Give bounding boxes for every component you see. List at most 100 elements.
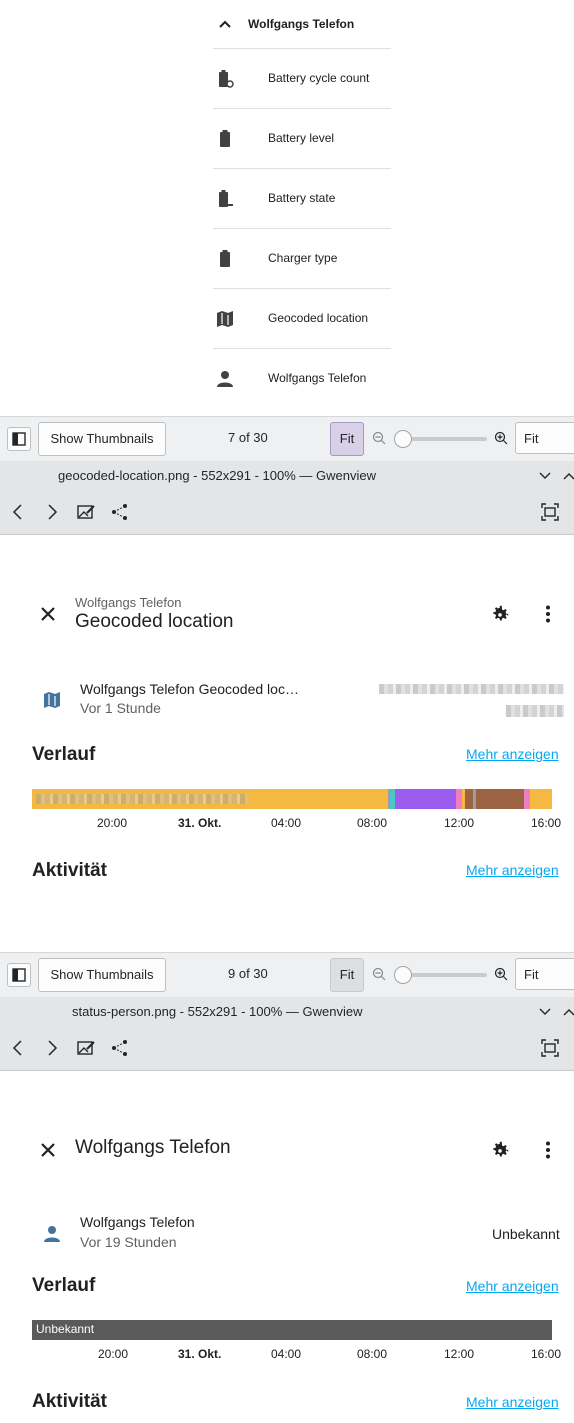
zoom-in-icon[interactable] <box>494 967 508 981</box>
battery-sync-icon <box>219 70 234 88</box>
gear-icon[interactable] <box>489 603 511 625</box>
history-heading: Verlauf <box>32 744 96 765</box>
close-icon[interactable] <box>38 604 58 624</box>
zoom-select[interactable]: Fit <box>515 422 574 454</box>
entity-last-changed: Vor 1 Stunde <box>80 700 161 716</box>
dialog-title: Wolfgangs Telefon <box>75 1137 231 1158</box>
person-icon <box>217 371 233 387</box>
fit-button[interactable]: Fit <box>330 958 364 992</box>
sidebar-icon <box>12 432 26 446</box>
minimize-icon[interactable] <box>538 1006 552 1018</box>
image-counter: 9 of 30 <box>228 966 268 981</box>
gear-icon[interactable] <box>489 1139 511 1161</box>
close-icon[interactable] <box>38 1140 58 1160</box>
person-icon <box>44 1226 60 1242</box>
show-thumbnails-button[interactable]: Show Thumbnails <box>38 422 166 456</box>
history-more-link[interactable]: Mehr anzeigen <box>466 1278 559 1294</box>
next-icon[interactable] <box>42 502 62 522</box>
battery-icon <box>220 130 230 147</box>
show-thumbnails-button[interactable]: Show Thumbnails <box>38 958 166 992</box>
timeline-tick: 31. Okt. <box>178 1347 222 1361</box>
redacted-timeline-label <box>36 794 248 804</box>
list-item-label: Battery cycle count <box>268 71 370 85</box>
battery-minus-icon <box>219 190 233 207</box>
gwenview-toolbar: Show Thumbnails 9 of 30 Fit Fit <box>0 952 574 998</box>
activity-heading: Aktivität <box>32 860 107 881</box>
activity-more-link[interactable]: Mehr anzeigen <box>466 862 559 878</box>
zoom-slider-handle[interactable] <box>394 430 412 448</box>
gwenview-toolbar: Show Thumbnails 7 of 30 Fit Fit <box>0 416 574 462</box>
list-item-label: Battery level <box>268 131 335 145</box>
map-icon <box>217 311 233 327</box>
timeline-tick: 04:00 <box>271 1347 302 1361</box>
history-heading: Verlauf <box>32 1275 96 1296</box>
minimize-icon[interactable] <box>538 470 552 482</box>
previous-icon[interactable] <box>8 502 28 522</box>
entity-name: Wolfgangs Telefon <box>80 1214 195 1230</box>
timeline-tick: 04:00 <box>271 816 302 830</box>
maximize-icon[interactable] <box>562 470 574 482</box>
timeline-tick: 12:00 <box>444 816 475 830</box>
more-options-icon[interactable] <box>538 1140 558 1160</box>
window-titlebar: geocoded-location.png - 552x291 - 100% —… <box>0 461 574 491</box>
entity-group-title: Wolfgangs Telefon <box>248 17 355 31</box>
window-title: geocoded-location.png - 552x291 - 100% —… <box>58 468 376 483</box>
more-options-icon[interactable] <box>538 604 558 624</box>
share-icon[interactable] <box>110 502 130 522</box>
list-item-label: Battery state <box>268 191 336 205</box>
history-timeline[interactable]: Unbekannt <box>32 1320 552 1340</box>
previous-icon[interactable] <box>8 1038 28 1058</box>
list-item-label: Charger type <box>268 251 338 265</box>
list-item[interactable]: Charger type <box>213 229 391 289</box>
entity-state: Unbekannt <box>492 1226 560 1242</box>
sidebar-toggle-button[interactable] <box>7 963 31 987</box>
zoom-out-icon[interactable] <box>372 431 386 445</box>
battery-full-icon <box>220 250 230 267</box>
list-item[interactable]: Battery level <box>213 109 391 169</box>
redacted-state-line2 <box>506 705 564 717</box>
fit-button[interactable]: Fit <box>330 422 364 456</box>
timeline-segment[interactable] <box>465 789 473 809</box>
history-more-link[interactable]: Mehr anzeigen <box>466 746 559 762</box>
timeline-label: Unbekannt <box>36 1322 95 1336</box>
fullscreen-icon[interactable] <box>540 502 560 522</box>
list-item-label: Geocoded location <box>268 311 369 325</box>
entity-last-changed: Vor 19 Stunden <box>80 1234 177 1250</box>
edit-image-icon[interactable] <box>76 502 96 522</box>
activity-heading: Aktivität <box>32 1391 107 1412</box>
image-counter: 7 of 30 <box>228 430 268 445</box>
timeline-tick: 20:00 <box>98 1347 129 1361</box>
timeline-tick: 08:00 <box>357 1347 388 1361</box>
activity-more-link[interactable]: Mehr anzeigen <box>466 1394 559 1410</box>
zoom-slider-handle[interactable] <box>394 966 412 984</box>
timeline-tick: 08:00 <box>357 816 388 830</box>
history-timeline[interactable] <box>32 789 552 809</box>
dialog-subtitle: Wolfgangs Telefon <box>75 595 182 610</box>
timeline-segment[interactable] <box>530 789 552 809</box>
fullscreen-icon[interactable] <box>540 1038 560 1058</box>
timeline-tick: 16:00 <box>531 816 562 830</box>
list-item[interactable]: Wolfgangs Telefon <box>213 349 391 408</box>
sidebar-toggle-button[interactable] <box>7 427 31 451</box>
entity-name: Wolfgangs Telefon Geocoded loc… <box>80 681 299 697</box>
timeline-segment[interactable] <box>476 789 524 809</box>
list-item[interactable]: Geocoded location <box>213 289 391 349</box>
dialog-title: Geocoded location <box>75 611 234 632</box>
timeline-segment[interactable] <box>395 789 456 809</box>
next-icon[interactable] <box>42 1038 62 1058</box>
viewer-navbar <box>0 1026 574 1071</box>
edit-image-icon[interactable] <box>76 1038 96 1058</box>
zoom-in-icon[interactable] <box>494 431 508 445</box>
list-item[interactable]: Battery state <box>213 169 391 229</box>
map-icon <box>44 692 60 708</box>
share-icon[interactable] <box>110 1038 130 1058</box>
timeline-tick: 20:00 <box>97 816 128 830</box>
sidebar-icon <box>12 968 26 982</box>
zoom-select[interactable]: Fit <box>515 958 574 990</box>
list-item[interactable]: Battery cycle count <box>213 49 391 109</box>
viewer-navbar <box>0 490 574 535</box>
maximize-icon[interactable] <box>562 1006 574 1018</box>
window-title: status-person.png - 552x291 - 100% — Gwe… <box>72 1004 363 1019</box>
entity-group-header[interactable]: Wolfgangs Telefon <box>213 12 391 49</box>
zoom-out-icon[interactable] <box>372 967 386 981</box>
